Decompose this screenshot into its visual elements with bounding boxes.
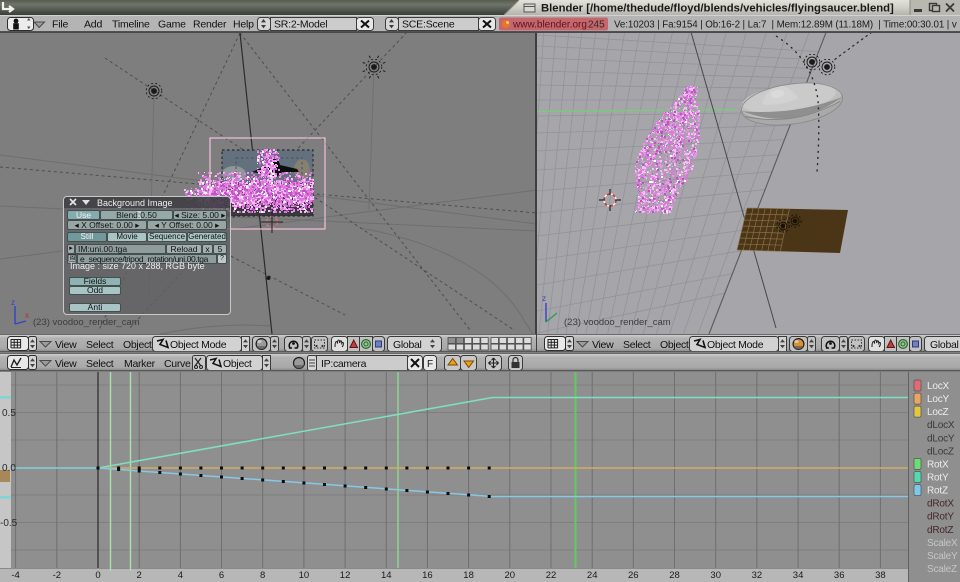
svg-text:Select: Select xyxy=(86,339,114,351)
svg-text:Timeline: Timeline xyxy=(112,19,150,31)
svg-text:Global: Global xyxy=(930,339,959,351)
svg-text:18: 18 xyxy=(463,570,474,581)
svg-text:0.5: 0.5 xyxy=(2,408,16,419)
svg-text:36: 36 xyxy=(834,570,845,581)
svg-text:Marker: Marker xyxy=(124,358,156,370)
svg-text:File: File xyxy=(52,19,68,31)
svg-text:ScaleX: ScaleX xyxy=(927,538,958,549)
svg-text:Add: Add xyxy=(84,19,102,31)
svg-text:Object: Object xyxy=(660,339,689,351)
svg-text:dLocZ: dLocZ xyxy=(927,446,954,457)
svg-text:SR:2-Model: SR:2-Model xyxy=(274,19,327,31)
svg-text:20: 20 xyxy=(505,570,516,581)
svg-text:LocX: LocX xyxy=(927,381,950,392)
svg-text:Object Mode: Object Mode xyxy=(707,339,764,351)
svg-text:RotX: RotX xyxy=(927,459,949,470)
svg-text:RotY: RotY xyxy=(927,473,949,484)
svg-text:245: 245 xyxy=(588,20,605,31)
svg-text:28: 28 xyxy=(669,570,680,581)
svg-text:Curve: Curve xyxy=(164,358,191,370)
svg-text:2: 2 xyxy=(137,570,142,581)
svg-text:34: 34 xyxy=(793,570,804,581)
svg-text:Select: Select xyxy=(86,358,114,370)
svg-text:8: 8 xyxy=(260,570,265,581)
svg-text:(23) voodoo_render_cam: (23) voodoo_render_cam xyxy=(564,317,671,328)
svg-text:Object Mode: Object Mode xyxy=(170,339,227,351)
svg-text:z: z xyxy=(542,294,546,303)
svg-text:F: F xyxy=(427,359,433,370)
svg-text:Help: Help xyxy=(233,19,254,31)
svg-text:x: x xyxy=(25,311,29,320)
svg-text:-0.5: -0.5 xyxy=(0,518,18,529)
svg-text:22: 22 xyxy=(546,570,557,581)
svg-text:dRotZ: dRotZ xyxy=(927,525,953,536)
svg-text:LocZ: LocZ xyxy=(927,407,949,418)
svg-text:38: 38 xyxy=(875,570,886,581)
svg-text:30: 30 xyxy=(710,570,721,581)
svg-text:32: 32 xyxy=(752,570,763,581)
svg-text:12: 12 xyxy=(340,570,351,581)
svg-text:Ve:10203 | Fa:9154 | Ob:16-2 |: Ve:10203 | Fa:9154 | Ob:16-2 | La:7 | Me… xyxy=(614,20,957,31)
svg-text:-4: -4 xyxy=(11,570,19,581)
svg-text:14: 14 xyxy=(381,570,392,581)
svg-text:dLocX: dLocX xyxy=(927,420,955,431)
svg-text:16: 16 xyxy=(422,570,433,581)
svg-text:-2: -2 xyxy=(53,570,61,581)
svg-text:10: 10 xyxy=(299,570,310,581)
svg-text:SCE:Scene: SCE:Scene xyxy=(402,19,455,31)
svg-text:Blender [/home/thedude/floyd/b: Blender [/home/thedude/floyd/blends/vehi… xyxy=(541,3,894,15)
svg-text:ScaleZ: ScaleZ xyxy=(927,564,957,575)
svg-text:0: 0 xyxy=(95,570,100,581)
svg-text:24: 24 xyxy=(587,570,598,581)
svg-text:(23) voodoo_render_cam: (23) voodoo_render_cam xyxy=(33,317,140,328)
svg-text:dRotY: dRotY xyxy=(927,512,954,523)
svg-text:LocY: LocY xyxy=(927,394,950,405)
svg-text:Global: Global xyxy=(393,339,422,351)
svg-text:ScaleY: ScaleY xyxy=(927,551,958,562)
svg-text:4: 4 xyxy=(178,570,183,581)
svg-text:Game: Game xyxy=(158,19,186,31)
svg-text:RotZ: RotZ xyxy=(927,486,948,497)
svg-text:26: 26 xyxy=(628,570,639,581)
svg-text:Object: Object xyxy=(223,358,252,370)
svg-text:dLocY: dLocY xyxy=(927,433,955,444)
svg-text:dRotX: dRotX xyxy=(927,499,954,510)
svg-text:View: View xyxy=(592,339,614,351)
svg-text:z: z xyxy=(11,298,15,307)
svg-text:IP:camera: IP:camera xyxy=(321,358,367,370)
svg-text:Render: Render xyxy=(193,19,227,31)
svg-text:View: View xyxy=(55,358,77,370)
svg-text:6: 6 xyxy=(219,570,224,581)
svg-text:www.blender.org: www.blender.org xyxy=(512,20,587,31)
svg-text:0.0: 0.0 xyxy=(2,463,16,474)
svg-text:Object: Object xyxy=(123,339,152,351)
svg-text:View: View xyxy=(55,339,77,351)
svg-text:Select: Select xyxy=(623,339,651,351)
